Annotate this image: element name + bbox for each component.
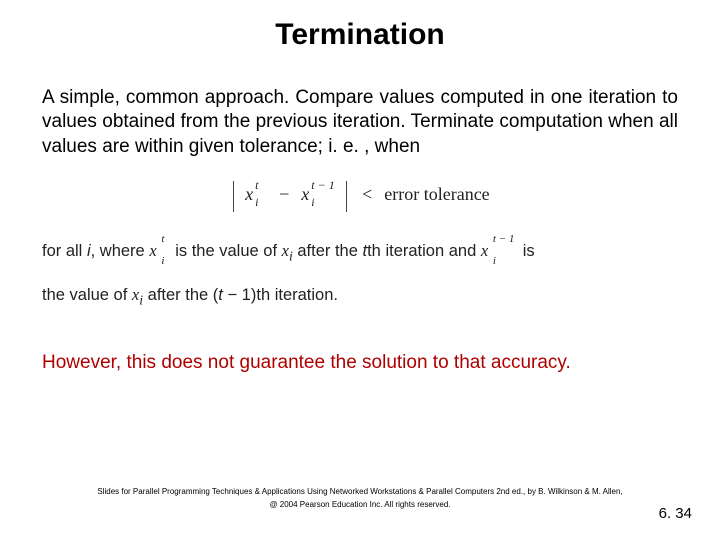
after-the-2: after the (: [143, 286, 218, 304]
x-i-t1-inline: xt − 1i: [481, 230, 518, 273]
minus-op: −: [275, 184, 293, 205]
th-iter-and: th iteration and: [367, 242, 481, 260]
line2-lead: the value of: [42, 286, 132, 304]
formula-block: | x t i − x t − 1 i | < error tolerance: [0, 159, 720, 224]
error-tolerance: error tolerance: [384, 184, 489, 205]
conclusion-text: However, this does not guarantee the sol…: [0, 318, 720, 374]
after-the: after the: [293, 242, 363, 260]
sup-t1-inline: t − 1: [493, 225, 514, 254]
xi-var: x: [282, 241, 289, 260]
var-x: x: [245, 184, 253, 204]
var-x-inline2: x: [481, 241, 488, 260]
slide-title: Termination: [0, 0, 720, 52]
footer: Slides for Parallel Programming Techniqu…: [0, 485, 720, 512]
sub-i-inline: i: [161, 247, 164, 276]
slide: Termination A simple, common approach. C…: [0, 0, 720, 540]
sup-t: t: [255, 178, 258, 193]
body-paragraph: A simple, common approach. Compare value…: [0, 52, 720, 159]
one: 1: [242, 286, 251, 304]
page-number: 6. 34: [659, 505, 692, 522]
sub-i: i: [255, 195, 258, 210]
x-t: x t i: [243, 184, 255, 205]
explain-block: for all i, where xti is the value of xi …: [0, 224, 720, 318]
xi-inline2: xi: [132, 285, 143, 304]
x-i-t-inline: xti: [149, 230, 170, 273]
explain-where: , where: [91, 242, 150, 260]
is-value-of: is the value of: [171, 242, 282, 260]
is-end: is: [518, 242, 535, 260]
less-than: <: [356, 184, 378, 205]
xi-inline: xi: [282, 241, 293, 260]
minus-sym: −: [223, 286, 242, 304]
footer-line-2: @ 2004 Pearson Education Inc. All rights…: [0, 498, 720, 512]
var-x-2: x: [301, 184, 309, 204]
sub-i-inline2: i: [493, 247, 496, 276]
sub-i-2: i: [311, 195, 314, 210]
explain-lead: for all: [42, 242, 87, 260]
termination-formula: | x t i − x t − 1 i | < error tolerance: [230, 181, 489, 208]
var-x-inline: x: [149, 241, 156, 260]
abs-open: |: [230, 181, 237, 208]
x-t-1: x t − 1 i: [299, 184, 311, 205]
sup-t-1: t − 1: [311, 178, 334, 193]
close-iter: )th iteration.: [251, 286, 338, 304]
abs-close: |: [343, 181, 350, 208]
footer-line-1: Slides for Parallel Programming Techniqu…: [0, 485, 720, 499]
